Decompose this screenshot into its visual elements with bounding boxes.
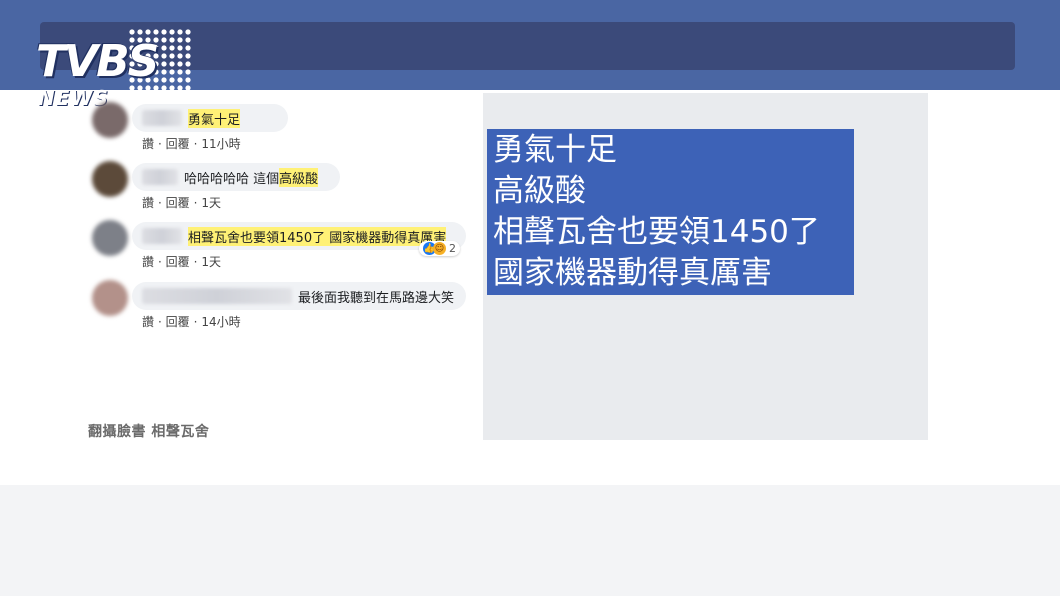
tvbs-news-logo: TVBS NEWS [32, 28, 192, 112]
source-caption: 翻攝臉書 相聲瓦舍 [88, 424, 210, 440]
overlay-line: 相聲瓦舍也要領1450了 [493, 214, 820, 250]
comment-meta: 讚 · 回覆 · 1天 [142, 255, 221, 269]
comment-text: 哈哈哈哈哈 這個 [184, 171, 280, 187]
reactions-badge[interactable]: 👍 ☺ 2 [419, 241, 460, 256]
blurred-username [142, 169, 178, 185]
logo-main-text: TVBS [36, 36, 159, 87]
comment-time[interactable]: 1天 [201, 196, 221, 210]
haha-reaction-icon: ☺ [433, 242, 446, 255]
comment-highlight: 勇氣十足 [188, 108, 241, 128]
avatar[interactable] [92, 280, 128, 316]
bottom-area [0, 485, 1060, 596]
reply-link[interactable]: 回覆 [166, 315, 190, 329]
reply-link[interactable]: 回覆 [166, 137, 190, 151]
avatar[interactable] [92, 161, 128, 197]
like-link[interactable]: 讚 [142, 196, 154, 210]
reaction-count: 2 [449, 242, 456, 255]
comment-time[interactable]: 11小時 [201, 137, 240, 151]
like-link[interactable]: 讚 [142, 315, 154, 329]
avatar[interactable] [92, 102, 128, 138]
comment-time[interactable]: 14小時 [201, 315, 240, 329]
blurred-username [142, 110, 182, 126]
comment-meta: 讚 · 回覆 · 14小時 [142, 315, 241, 329]
quote-overlay: 勇氣十足 高級酸 相聲瓦舍也要領1450了 國家機器動得真厲害 [487, 129, 854, 295]
comment-time[interactable]: 1天 [201, 255, 221, 269]
blurred-username [142, 228, 182, 244]
comment-bubble: 最後面我聽到在馬路邊大笑 [132, 282, 466, 310]
reply-link[interactable]: 回覆 [166, 255, 190, 269]
overlay-line: 國家機器動得真厲害 [493, 255, 772, 291]
comment-bubble: 哈哈哈哈哈 這個 高級酸 [132, 163, 340, 191]
reply-link[interactable]: 回覆 [166, 196, 190, 210]
overlay-line: 高級酸 [493, 173, 586, 209]
comment-meta: 讚 · 回覆 · 11小時 [142, 137, 241, 151]
like-link[interactable]: 讚 [142, 255, 154, 269]
comment-highlight: 高級酸 [279, 167, 319, 187]
comment-meta: 讚 · 回覆 · 1天 [142, 196, 221, 210]
comment-bubble: 勇氣十足 [132, 104, 288, 132]
overlay-line: 勇氣十足 [493, 132, 617, 168]
like-link[interactable]: 讚 [142, 137, 154, 151]
comment-highlight: 相聲瓦舍也要領1450了 國家機器動得真厲害 [188, 226, 447, 246]
comment-text: 最後面我聽到在馬路邊大笑 [298, 290, 455, 306]
blurred-username [142, 288, 292, 304]
comment-bubble: 相聲瓦舍也要領1450了 國家機器動得真厲害 👍 ☺ 2 [132, 222, 466, 256]
avatar[interactable] [92, 220, 128, 256]
